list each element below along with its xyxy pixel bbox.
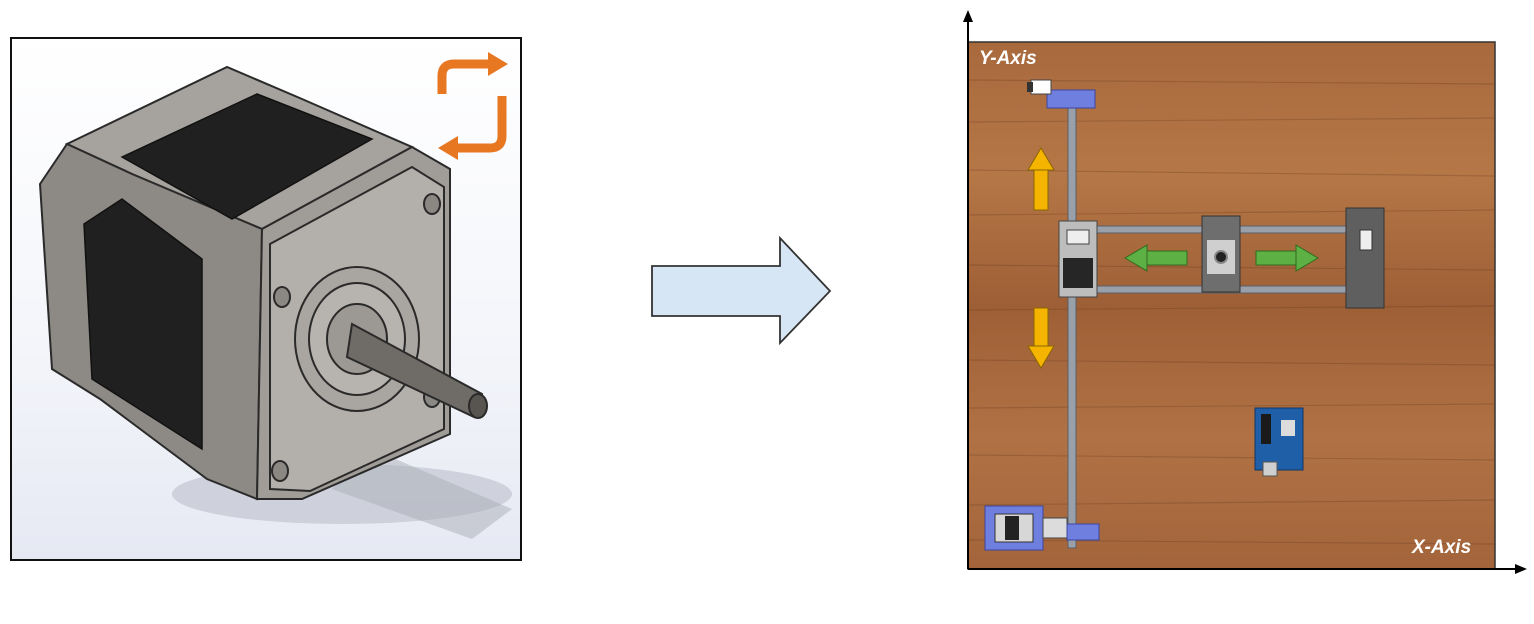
x-axis-arrowhead	[1515, 564, 1527, 574]
plotter-illustration	[963, 10, 1527, 574]
rotate-cycle-icon	[437, 52, 508, 160]
right-arrow-icon	[651, 236, 832, 346]
x-axis-label: X-Axis	[1412, 537, 1472, 558]
stepper-motor-illustration	[38, 52, 512, 539]
y-axis-label: Y-Axis	[979, 48, 1037, 69]
top-bracket	[1046, 89, 1096, 109]
x-end-bracket	[1345, 207, 1385, 309]
xy-plotter-board: Y-Axis X-Axis	[955, 10, 1530, 580]
microcontroller-board	[1254, 407, 1304, 477]
y-axis-arrowhead	[963, 10, 973, 22]
stepper-motor-panel	[10, 37, 522, 561]
